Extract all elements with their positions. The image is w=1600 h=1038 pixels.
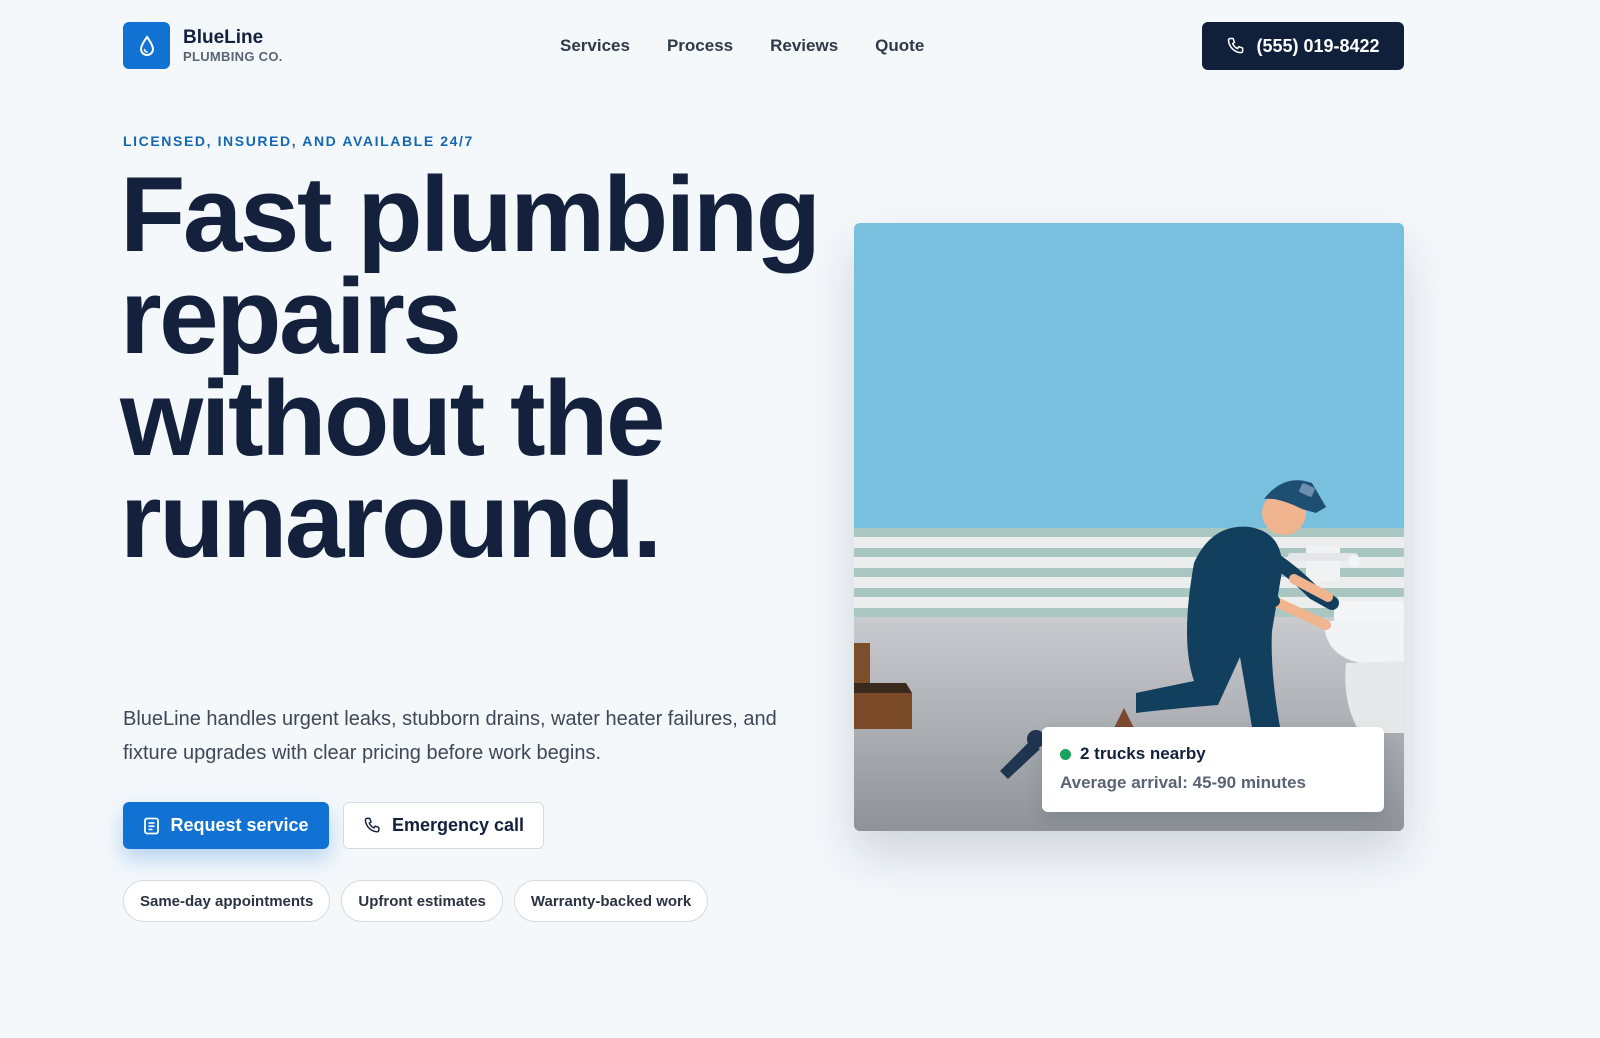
feature-chips: Same-day appointments Upfront estimates … (123, 880, 719, 922)
nav-link-quote[interactable]: Quote (875, 36, 924, 56)
landing-page: BlueLine PLUMBING CO. Services Process R… (0, 0, 1600, 1038)
availability-card: 2 trucks nearby Average arrival: 45-90 m… (1042, 727, 1384, 812)
nav-link-reviews[interactable]: Reviews (770, 36, 838, 56)
chip-warranty: Warranty-backed work (513, 880, 709, 922)
availability-title: 2 trucks nearby (1080, 744, 1206, 763)
main-nav: Services Process Reviews Quote (560, 36, 961, 56)
emergency-call-button[interactable]: Emergency call (343, 802, 544, 849)
nav-link-process[interactable]: Process (667, 36, 733, 56)
brand-subtitle: PLUMBING CO. (183, 49, 283, 64)
request-service-label: Request service (170, 815, 309, 835)
nav-link-services[interactable]: Services (560, 36, 630, 56)
brand-name: BlueLine (183, 27, 264, 48)
phone-icon (364, 817, 380, 833)
hero-description: BlueLine handles urgent leaks, stubborn … (123, 708, 777, 764)
availability-status-line: 2 trucks nearby (1060, 744, 1366, 764)
chip-upfront-estimates: Upfront estimates (341, 880, 503, 922)
header-phone-button[interactable]: (555) 019-8422 (1202, 22, 1404, 70)
phone-icon (1228, 37, 1244, 54)
status-dot (1060, 748, 1071, 760)
water-drop-icon (123, 22, 170, 69)
chip-same-day: Same-day appointments (123, 880, 331, 922)
request-service-button[interactable]: Request service (123, 802, 329, 849)
brand-logo-link[interactable]: BlueLine PLUMBING CO. (123, 22, 283, 69)
document-icon (144, 817, 160, 834)
availability-arrival-time: Average arrival: 45-90 minutes (1060, 773, 1306, 792)
hero-headline: Fast plumbing repairs without the runaro… (120, 154, 821, 580)
brand-text: BlueLine PLUMBING CO. (183, 28, 283, 63)
hero-eyebrow: LICENSED, INSURED, AND AVAILABLE 24/7 (123, 133, 474, 149)
emergency-call-label: Emergency call (391, 815, 525, 835)
hero-cta-group: Request service Emergency call (123, 802, 544, 849)
hero-illustration-card: 2 trucks nearby Average arrival: 45-90 m… (854, 223, 1404, 831)
header-phone-label: (555) 019-8422 (1256, 35, 1380, 56)
